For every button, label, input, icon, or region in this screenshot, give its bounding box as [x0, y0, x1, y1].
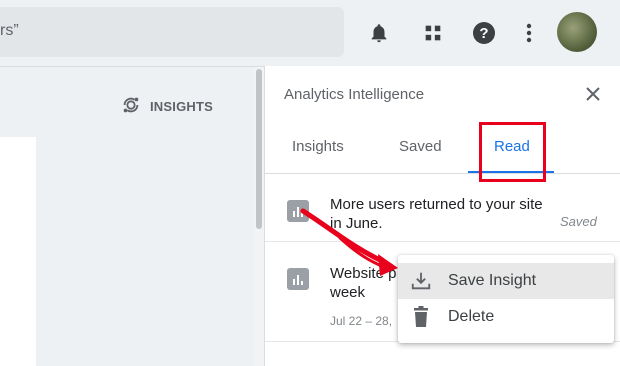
- bell-icon[interactable]: [364, 18, 394, 48]
- panel-tabs: Insights Saved Read: [265, 122, 620, 174]
- insight-text: Website p week: [330, 264, 396, 302]
- menu-item-label: Delete: [448, 308, 495, 325]
- insight-text-line: in June.: [330, 215, 383, 232]
- trash-icon: [398, 299, 444, 335]
- tab-insights[interactable]: Insights: [292, 138, 344, 155]
- tab-saved[interactable]: Saved: [399, 138, 442, 155]
- search-bar[interactable]: rs”: [0, 7, 344, 57]
- insight-text-line: week: [330, 284, 366, 301]
- saved-status: Saved: [560, 214, 597, 229]
- close-icon[interactable]: [583, 84, 603, 104]
- insights-button[interactable]: INSIGHTS: [120, 93, 213, 119]
- context-menu: Save Insight Delete: [398, 255, 614, 343]
- svg-text:?: ?: [479, 25, 488, 42]
- main-content: INSIGHTS K: [0, 66, 264, 366]
- bar-chart-icon: [287, 200, 309, 222]
- insight-text-line: More users returned to your site: [330, 196, 543, 213]
- list-item[interactable]: More users returned to your site in June…: [265, 176, 620, 242]
- annotation-highlight-box: [479, 122, 546, 182]
- menu-item-label: Save Insight: [448, 272, 537, 289]
- insight-text-line: Website p: [330, 265, 397, 282]
- bar-chart-icon: [287, 268, 309, 290]
- delete-menu-item[interactable]: Delete: [398, 299, 614, 335]
- search-text: rs”: [0, 22, 19, 39]
- report-card: K: [0, 137, 36, 366]
- date-range: Jul 22 – 28,: [330, 314, 393, 328]
- avatar[interactable]: [557, 12, 597, 52]
- insights-label: INSIGHTS: [150, 98, 213, 114]
- insight-text: More users returned to your site in June…: [330, 195, 543, 233]
- apps-grid-icon[interactable]: [418, 18, 448, 48]
- panel-title: Analytics Intelligence: [284, 86, 425, 103]
- scrollbar-thumb[interactable]: [256, 69, 262, 229]
- save-insight-menu-item[interactable]: Save Insight: [398, 263, 614, 299]
- download-icon: [398, 263, 444, 299]
- more-vert-icon[interactable]: [514, 18, 544, 48]
- top-bar: rs” ?: [0, 0, 620, 66]
- insights-icon: [120, 94, 142, 119]
- help-icon[interactable]: ?: [469, 18, 499, 48]
